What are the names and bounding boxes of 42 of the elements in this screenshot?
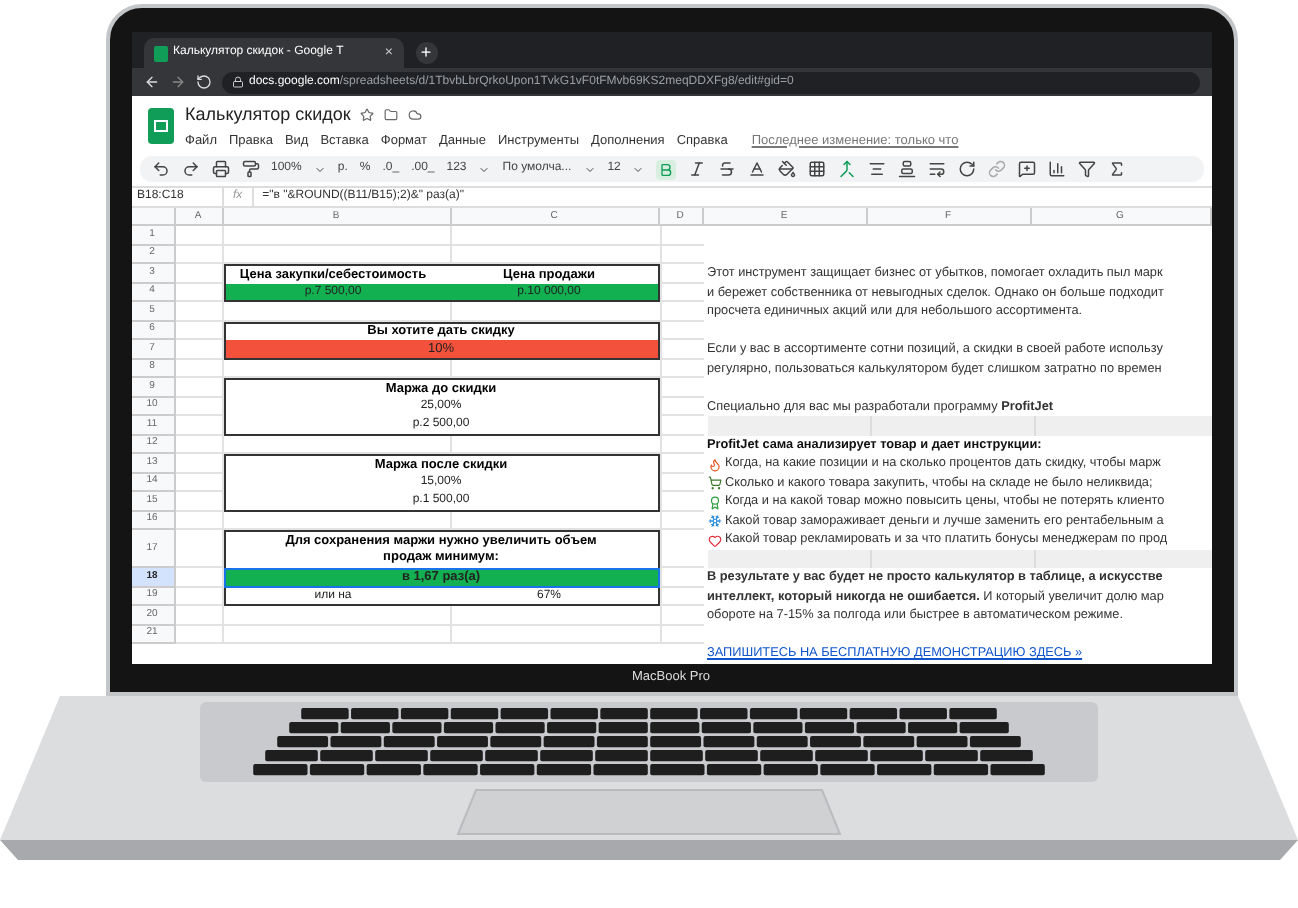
cloud-icon[interactable] — [408, 108, 423, 123]
wrap-icon[interactable] — [928, 160, 947, 179]
lock-icon — [231, 76, 243, 88]
forward-icon[interactable] — [169, 74, 185, 90]
flame-icon — [707, 457, 721, 471]
align-icon[interactable] — [868, 160, 887, 179]
sheets-logo-icon — [147, 108, 173, 145]
medal-icon — [707, 495, 721, 509]
chart-icon[interactable] — [1048, 160, 1067, 179]
empty-cell — [659, 625, 703, 645]
undo-icon[interactable] — [151, 160, 169, 179]
print-icon[interactable] — [211, 160, 229, 179]
borders-icon[interactable] — [808, 160, 827, 179]
empty-cell — [659, 359, 703, 379]
paint-format-icon[interactable] — [241, 160, 259, 179]
snowflake-icon — [707, 514, 721, 528]
sheets-icon — [153, 45, 167, 61]
empty-cell — [659, 302, 703, 322]
merge-icon[interactable] — [838, 160, 857, 179]
empty-cell — [659, 245, 703, 265]
text-color-icon[interactable] — [748, 160, 767, 179]
rotate-icon[interactable] — [958, 160, 977, 179]
new-tab-button[interactable]: + — [415, 42, 437, 64]
filter-icon[interactable] — [1078, 160, 1097, 179]
folder-icon[interactable] — [384, 108, 399, 123]
cart-icon — [707, 476, 721, 490]
empty-cell — [659, 226, 703, 246]
empty-cell — [659, 606, 703, 626]
empty-cell — [659, 511, 703, 531]
empty-cell — [659, 435, 703, 455]
document-title[interactable]: Калькулятор скидок — [185, 102, 351, 129]
fill-color-icon[interactable] — [778, 160, 797, 179]
reload-icon[interactable] — [195, 74, 211, 90]
italic-icon[interactable] — [688, 160, 707, 179]
back-icon[interactable] — [143, 74, 159, 90]
star-icon[interactable] — [360, 108, 375, 123]
redo-icon[interactable] — [181, 160, 199, 179]
strikethrough-icon[interactable] — [718, 160, 737, 179]
vertical-align-icon[interactable] — [898, 160, 917, 179]
heart-icon — [707, 533, 721, 547]
comment-icon[interactable] — [1018, 160, 1037, 179]
sigma-icon[interactable] — [1108, 160, 1127, 179]
